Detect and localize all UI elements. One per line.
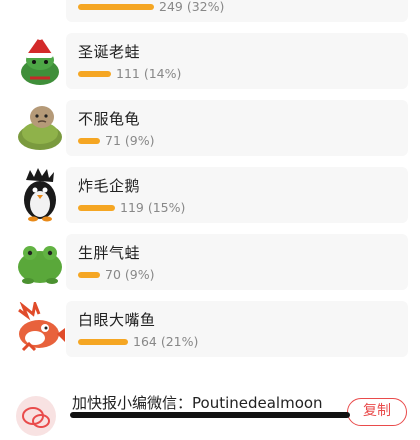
list-item[interactable]: 生胖气蛙 70 (9%) <box>12 234 408 290</box>
list-item[interactable]: 圣诞老蛙 111 (14%) <box>12 33 408 89</box>
list-item[interactable]: 249 (32%) <box>12 0 408 22</box>
wechat-contact-text: 加快报小编微信：Poutinedealmoon <box>72 394 323 412</box>
result-card: 不服龟龟 71 (9%) <box>66 100 408 156</box>
vote-count: 119 (15%) <box>120 200 186 215</box>
copy-button[interactable]: 复制 <box>347 398 407 426</box>
vote-results-list: 249 (32%) 圣诞老蛙 111 (14%) 不服龟龟 71 (9%) 炸毛… <box>0 0 420 368</box>
item-name: 圣诞老蛙 <box>78 43 141 61</box>
home-indicator <box>70 412 350 418</box>
frog-plush-icon <box>12 234 68 290</box>
result-card: 生胖气蛙 70 (9%) <box>66 234 408 290</box>
vote-bar <box>78 3 154 10</box>
item-name: 不服龟龟 <box>78 110 141 128</box>
list-item[interactable]: 炸毛企鹅 119 (15%) <box>12 167 408 223</box>
result-card: 249 (32%) <box>66 0 408 22</box>
list-item[interactable]: 白眼大嘴鱼 164 (21%) <box>12 301 408 357</box>
penguin-plush-icon <box>12 167 68 223</box>
vote-count: 70 (9%) <box>105 267 155 282</box>
item-name: 生胖气蛙 <box>78 244 141 262</box>
vote-bar <box>78 70 111 77</box>
plush-pot-icon <box>12 0 68 22</box>
vote-bar <box>78 137 100 144</box>
vote-count: 71 (9%) <box>105 133 155 148</box>
vote-bar <box>78 204 115 211</box>
vote-bar <box>78 271 100 278</box>
fish-plush-icon <box>12 301 68 357</box>
wechat-icon <box>16 396 56 436</box>
vote-bar <box>78 338 128 345</box>
result-card: 炸毛企鹅 119 (15%) <box>66 167 408 223</box>
vote-count: 164 (21%) <box>133 334 199 349</box>
item-name: 白眼大嘴鱼 <box>78 311 156 329</box>
vote-count: 111 (14%) <box>116 66 182 81</box>
item-name: 炸毛企鹅 <box>78 177 141 195</box>
list-item[interactable]: 不服龟龟 71 (9%) <box>12 100 408 156</box>
turtle-plush-icon <box>12 100 68 156</box>
result-card: 白眼大嘴鱼 164 (21%) <box>66 301 408 357</box>
santa-frog-plush-icon <box>12 33 68 89</box>
vote-count: 249 (32%) <box>159 0 225 14</box>
result-card: 圣诞老蛙 111 (14%) <box>66 33 408 89</box>
